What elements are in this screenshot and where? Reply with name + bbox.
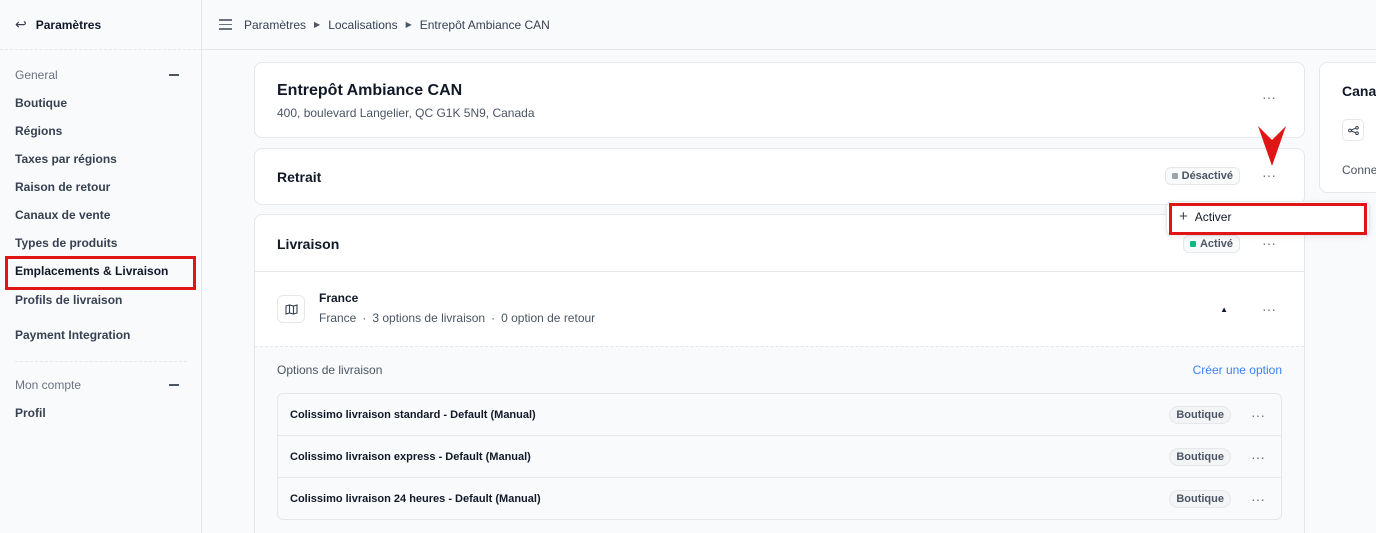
zone-region: France — [319, 311, 357, 325]
sidebar-item-taxes[interactable]: Taxes par régions — [0, 152, 117, 166]
section-account-heading[interactable]: Mon compte — [0, 374, 202, 396]
more-icon[interactable]: ··· — [1251, 491, 1265, 507]
more-icon[interactable]: ··· — [1251, 407, 1265, 423]
section-general-label: General — [15, 68, 58, 82]
divider — [255, 271, 1304, 272]
zone-summary: France · 3 options de livraison · 0 opti… — [319, 311, 595, 325]
separator: · — [362, 311, 367, 325]
sidebar-item-sales-channels[interactable]: Canaux de vente — [0, 208, 110, 222]
option-name: Colissimo livraison 24 heures - Default … — [290, 492, 541, 505]
more-icon[interactable]: ··· — [1262, 167, 1276, 183]
collapse-icon[interactable] — [169, 384, 179, 386]
sidebar-item-shipping-profiles[interactable]: Profils de livraison — [0, 293, 122, 307]
channel-tag: Boutique — [1169, 447, 1231, 466]
breadcrumb-item[interactable]: Localisations — [328, 18, 397, 32]
more-icon[interactable]: ··· — [1262, 235, 1276, 251]
channel-tag: Boutique — [1169, 489, 1231, 508]
sidebar-item-payment[interactable]: Payment Integration — [0, 328, 130, 342]
sidebar-item-boutique[interactable]: Boutique — [0, 96, 67, 110]
status-label: Désactivé — [1181, 170, 1233, 182]
sidebar-item-return-reasons[interactable]: Raison de retour — [0, 180, 110, 194]
shipping-title: Livraison — [277, 236, 340, 252]
sidebar-title: Paramètres — [35, 17, 102, 32]
annotation-arrow-icon — [1258, 126, 1286, 166]
pickup-card: Retrait Désactivé ··· — [254, 148, 1305, 205]
sidebar: ↩ Paramètres General Boutique Régions Ta… — [0, 0, 202, 533]
collapse-triangle-icon[interactable]: ▲ — [1220, 305, 1228, 314]
zone-name: France — [319, 291, 359, 305]
location-card: Entrepôt Ambiance CAN 400, boulevard Lan… — [254, 62, 1305, 138]
sales-channels-text: Conne — [1342, 163, 1376, 177]
shipping-option-row[interactable]: Colissimo livraison 24 heures - Default … — [277, 477, 1282, 520]
breadcrumb-current: Entrepôt Ambiance CAN — [419, 17, 550, 32]
return-options-count: 0 option de retour — [501, 311, 596, 325]
sales-channels-title: Cana — [1342, 83, 1376, 99]
sidebar-item-product-types[interactable]: Types de produits — [0, 236, 117, 250]
option-name: Colissimo livraison standard - Default (… — [290, 408, 536, 421]
collapse-icon[interactable] — [169, 74, 179, 76]
topbar: Paramètres ▶ Localisations ▶ Entrepôt Am… — [202, 0, 1376, 50]
more-icon[interactable]: ··· — [1262, 301, 1276, 317]
channel-tag: Boutique — [1169, 405, 1231, 424]
sales-channels-card: Cana Conne — [1319, 62, 1376, 193]
annotation-highlight-sidebar — [5, 256, 196, 290]
more-icon[interactable]: ··· — [1262, 89, 1276, 105]
status-label: Activé — [1199, 238, 1233, 250]
options-heading: Options de livraison — [277, 363, 383, 377]
chevron-right-icon: ▶ — [405, 20, 412, 29]
section-account-label: Mon compte — [15, 378, 82, 392]
annotation-highlight-menu — [1169, 203, 1367, 235]
option-name: Colissimo livraison express - Default (M… — [290, 450, 531, 463]
more-icon[interactable]: ··· — [1251, 449, 1265, 465]
location-name: Entrepôt Ambiance CAN — [277, 82, 463, 99]
status-dot-icon — [1189, 241, 1196, 247]
create-option-link[interactable]: Créer une option — [1193, 363, 1282, 377]
share-icon[interactable] — [1342, 119, 1364, 141]
shipping-option-row[interactable]: Colissimo livraison express - Default (M… — [277, 435, 1282, 478]
sidebar-item-regions[interactable]: Régions — [0, 124, 62, 138]
sidebar-header[interactable]: ↩ Paramètres — [0, 0, 201, 50]
menu-icon[interactable] — [219, 19, 232, 30]
pickup-title: Retrait — [277, 169, 322, 185]
chevron-right-icon: ▶ — [314, 20, 321, 29]
divider — [15, 361, 187, 362]
shipping-options-count: 3 options de livraison — [372, 311, 486, 325]
shipping-option-row[interactable]: Colissimo livraison standard - Default (… — [277, 393, 1282, 436]
status-badge: Désactivé — [1164, 167, 1240, 185]
map-icon — [277, 295, 305, 323]
sidebar-item-profile[interactable]: Profil — [0, 406, 46, 420]
breadcrumb-item[interactable]: Paramètres — [244, 18, 306, 32]
back-arrow-icon[interactable]: ↩ — [15, 16, 27, 33]
status-dot-icon — [1171, 173, 1178, 179]
location-address: 400, boulevard Langelier, QC G1K 5N9, Ca… — [277, 106, 535, 120]
status-badge: Activé — [1182, 235, 1240, 253]
shipping-card: Livraison Activé ··· France France · 3 o… — [254, 214, 1305, 533]
section-general-heading[interactable]: General — [0, 64, 202, 86]
separator: · — [491, 311, 496, 325]
